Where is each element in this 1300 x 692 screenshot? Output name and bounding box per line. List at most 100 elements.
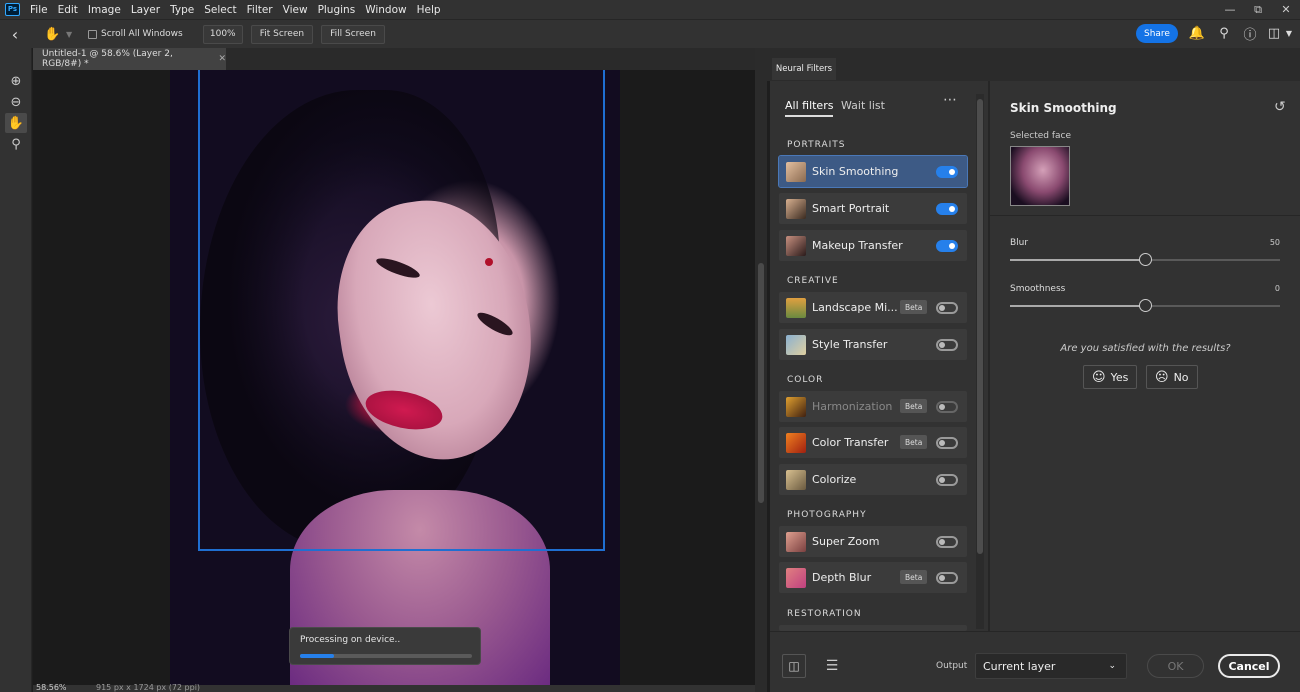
face-selection-box[interactable] bbox=[198, 70, 605, 551]
share-button[interactable]: Share bbox=[1136, 24, 1178, 43]
filter-toggle[interactable] bbox=[936, 339, 958, 351]
menu-help[interactable]: Help bbox=[412, 4, 446, 16]
zoom-in-icon[interactable]: ⊕ bbox=[5, 71, 27, 91]
compare-icon[interactable]: ◫ bbox=[782, 654, 806, 678]
window-controls: — ⧉ ✕ bbox=[1216, 0, 1300, 19]
smoothness-slider[interactable] bbox=[1010, 299, 1280, 312]
output-value: Current layer bbox=[983, 659, 1056, 673]
cancel-button[interactable]: Cancel bbox=[1218, 654, 1280, 678]
blur-slider[interactable] bbox=[1010, 253, 1280, 266]
neural-filters-tab[interactable]: Neural Filters bbox=[772, 58, 836, 80]
scroll-all-windows-checkbox[interactable]: Scroll All Windows bbox=[88, 29, 183, 39]
filter-smart-portrait[interactable]: Smart Portrait bbox=[779, 193, 967, 224]
filter-style-transfer[interactable]: Style Transfer bbox=[779, 329, 967, 360]
output-select[interactable]: Current layer ⌄ bbox=[975, 653, 1127, 679]
filter-toggle[interactable] bbox=[936, 401, 958, 413]
filter-skin-smoothing[interactable]: Skin Smoothing bbox=[778, 155, 968, 188]
menu-image[interactable]: Image bbox=[83, 4, 126, 16]
blur-slider-knob[interactable] bbox=[1139, 253, 1152, 266]
filter-name: Style Transfer bbox=[812, 338, 888, 351]
filter-toggle[interactable] bbox=[936, 437, 958, 449]
filter-toggle[interactable] bbox=[936, 572, 958, 584]
filter-depth-blur[interactable]: Depth Blur Beta bbox=[779, 562, 967, 593]
yes-label: Yes bbox=[1110, 370, 1129, 384]
reset-icon[interactable]: ↺ bbox=[1274, 99, 1286, 115]
no-button[interactable]: ☹ No bbox=[1146, 365, 1198, 389]
scroll-all-windows-label: Scroll All Windows bbox=[101, 29, 183, 39]
filter-toggle[interactable] bbox=[936, 474, 958, 486]
scrollbar-thumb[interactable] bbox=[977, 99, 983, 554]
menu-window[interactable]: Window bbox=[360, 4, 411, 16]
filter-toggle[interactable] bbox=[936, 203, 958, 215]
hand-icon[interactable]: ✋ bbox=[5, 113, 27, 133]
more-options-icon[interactable]: ⋯ bbox=[943, 92, 957, 108]
menu-view[interactable]: View bbox=[278, 4, 313, 16]
filter-toggle[interactable] bbox=[936, 240, 958, 252]
filter-color-transfer[interactable]: Color Transfer Beta bbox=[779, 427, 967, 458]
search-icon[interactable]: ⚲ bbox=[1215, 24, 1233, 42]
filter-name: Super Zoom bbox=[812, 535, 880, 548]
fit-screen-button[interactable]: Fit Screen bbox=[250, 24, 314, 44]
bell-icon[interactable]: 🔔 bbox=[1188, 24, 1206, 42]
filter-harmonization[interactable]: Harmonization Beta bbox=[779, 391, 967, 422]
menu-filter[interactable]: Filter bbox=[242, 4, 278, 16]
filter-name: Color Transfer bbox=[812, 436, 889, 449]
filter-toggle[interactable] bbox=[936, 536, 958, 548]
filter-list-scrollbar[interactable] bbox=[976, 94, 984, 629]
section-restoration: RESTORATION bbox=[787, 609, 862, 619]
ok-button[interactable]: OK bbox=[1147, 654, 1204, 678]
filter-toggle[interactable] bbox=[936, 166, 958, 178]
filter-toggle[interactable] bbox=[936, 302, 958, 314]
smart-portrait-thumbnail bbox=[786, 199, 806, 219]
canvas[interactable] bbox=[33, 70, 755, 685]
magnifier-icon[interactable]: ⚲ bbox=[5, 134, 27, 154]
harmonization-thumbnail bbox=[786, 397, 806, 417]
color-transfer-thumbnail bbox=[786, 433, 806, 453]
scrollbar-thumb[interactable] bbox=[758, 263, 764, 503]
filter-details-panel: Skin Smoothing ↺ Selected face Blur 50 S… bbox=[989, 81, 1300, 631]
tool-bar: ⊕ ⊖ ✋ ⚲ bbox=[0, 48, 32, 692]
filter-landscape-mixer[interactable]: Landscape Mi... Beta bbox=[779, 292, 967, 323]
blur-slider-fill bbox=[1010, 259, 1145, 261]
filter-colorize[interactable]: Colorize bbox=[779, 464, 967, 495]
menu-select[interactable]: Select bbox=[199, 4, 241, 16]
workspace-chevron-icon[interactable]: ▼ bbox=[1280, 24, 1298, 42]
smoothness-slider-knob[interactable] bbox=[1139, 299, 1152, 312]
zoom-100-button[interactable]: 100% bbox=[202, 24, 243, 44]
document-tab[interactable]: Untitled-1 @ 58.6% (Layer 2, RGB/8#) * ✕ bbox=[33, 48, 226, 70]
back-icon[interactable]: ‹ bbox=[0, 25, 30, 44]
fill-screen-button[interactable]: Fill Screen bbox=[321, 24, 385, 44]
layers-icon[interactable]: ☰ bbox=[820, 654, 844, 678]
beta-badge: Beta bbox=[900, 399, 928, 413]
chevron-down-icon[interactable]: ▼ bbox=[66, 30, 82, 39]
filter-super-zoom[interactable]: Super Zoom bbox=[779, 526, 967, 557]
processing-toast: Processing on device.. bbox=[289, 627, 481, 665]
close-tab-icon[interactable]: ✕ bbox=[218, 54, 226, 64]
menu-list: File Edit Image Layer Type Select Filter… bbox=[25, 4, 446, 16]
yes-button[interactable]: ☺ Yes bbox=[1083, 365, 1138, 389]
minimize-icon[interactable]: — bbox=[1216, 0, 1244, 19]
menu-file[interactable]: File bbox=[25, 4, 53, 16]
tab-all-filters[interactable]: All filters bbox=[785, 99, 834, 117]
zoom-out-icon[interactable]: ⊖ bbox=[5, 92, 27, 112]
menu-edit[interactable]: Edit bbox=[53, 4, 83, 16]
canvas-scrollbar[interactable] bbox=[755, 48, 767, 692]
checkbox-icon bbox=[88, 29, 97, 39]
filter-name: Landscape Mi... bbox=[812, 301, 898, 314]
filter-makeup-transfer[interactable]: Makeup Transfer bbox=[779, 230, 967, 261]
menu-layer[interactable]: Layer bbox=[126, 4, 165, 16]
restore-icon[interactable]: ⧉ bbox=[1244, 0, 1272, 19]
selected-face-label: Selected face bbox=[1010, 131, 1072, 141]
tab-wait-list[interactable]: Wait list bbox=[841, 99, 885, 112]
hand-tool-icon[interactable]: ✋ bbox=[44, 27, 66, 42]
blur-value: 50 bbox=[1269, 238, 1280, 247]
menu-type[interactable]: Type bbox=[165, 4, 199, 16]
menu-plugins[interactable]: Plugins bbox=[313, 4, 361, 16]
zoom-readout: 58.56% bbox=[36, 683, 67, 692]
feedback-question: Are you satisfied with the results? bbox=[1060, 343, 1231, 354]
close-icon[interactable]: ✕ bbox=[1272, 0, 1300, 19]
output-label: Output bbox=[936, 661, 968, 671]
selected-face-thumbnail[interactable] bbox=[1010, 146, 1070, 206]
colorize-thumbnail bbox=[786, 470, 806, 490]
help-icon[interactable]: ⓘ bbox=[1241, 24, 1259, 43]
